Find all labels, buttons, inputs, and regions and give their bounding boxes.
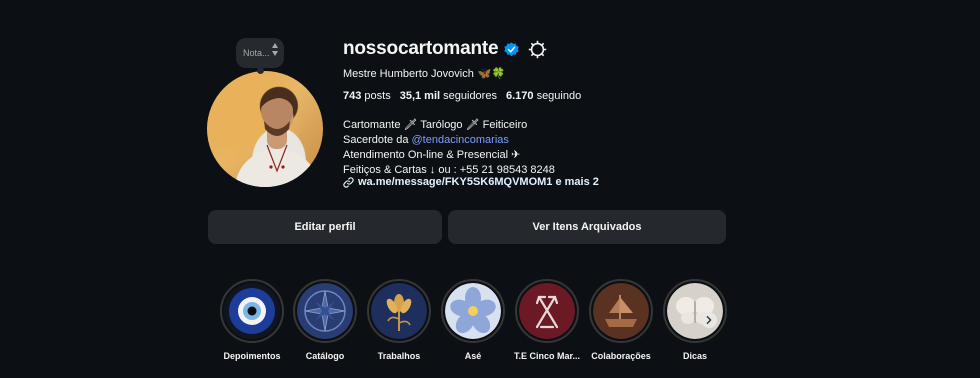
highlight-item[interactable]: Catálogo [292,279,358,361]
bio-line: Cartomante 🗡 Tarólogo 🗡 Feiticeiro [343,119,528,131]
highlight-item[interactable]: Colaborações [588,279,654,361]
highlight-label: Catálogo [305,351,345,361]
ship-icon [593,283,649,339]
link-icon [343,176,354,188]
compass-rose-icon [297,283,353,339]
bio-mention-link[interactable]: @tendacincomarias [412,134,509,146]
profile-page: Nota... nossocartomante Mestre Humberto … [0,0,980,378]
link-text: wa.me/message/FKY5SK6MQVMOM1 e mais 2 [358,176,599,188]
highlight-label: Colaborações [591,351,651,361]
following-link[interactable]: 6.170 seguindo [506,90,581,102]
highlight-item[interactable]: Depoimentos [219,279,285,361]
note-stepper-icon [272,43,278,56]
bio: Cartomante 🗡 Tarólogo 🗡 Feiticeiro Sacer… [343,118,555,178]
note-bubble[interactable]: Nota... [236,38,284,68]
username: nossocartomante [343,38,499,59]
highlight-item[interactable]: T.E Cinco Mar... [514,279,580,361]
view-archive-button[interactable]: Ver Itens Arquivados [448,210,726,244]
avatar-image [207,71,323,187]
posts-count: 743 posts [343,90,391,102]
bio-line: Atendimento On-line & Presencial ✈ [343,149,521,161]
evil-eye-icon [224,283,280,339]
full-name-text: Mestre Humberto Jovovich [343,67,474,80]
trident-icon [519,283,575,339]
butterfly-icon [667,283,723,339]
followers-link[interactable]: 35,1 mil seguidores [400,90,497,102]
edit-profile-button[interactable]: Editar perfil [208,210,442,244]
note-bubble-tail [257,67,264,74]
username-row: nossocartomante [343,38,547,60]
highlight-label: T.E Cinco Mar... [513,351,580,361]
frangipani-icon [445,283,501,339]
profile-avatar[interactable] [207,71,323,187]
full-name-emojis: 🦋🍀 [477,68,506,80]
flower-icon [371,283,427,339]
highlight-item[interactable]: Trabalhos [366,279,432,361]
full-name: Mestre Humberto Jovovich 🦋🍀 [343,67,506,81]
settings-gear-icon[interactable] [528,40,547,59]
highlight-label: Trabalhos [377,351,421,361]
profile-stats: 743 posts 35,1 mil seguidores 6.170 segu… [343,90,581,102]
highlight-item[interactable]: Asé [440,279,506,361]
external-link[interactable]: wa.me/message/FKY5SK6MQVMOM1 e mais 2 [343,176,599,188]
highlight-item[interactable]: Dicas [662,279,728,361]
highlight-label: Depoimentos [223,351,281,361]
verified-badge-icon [504,41,519,56]
note-placeholder: Nota... [243,48,270,58]
highlight-label: Dicas [682,351,708,361]
highlight-label: Asé [464,351,482,361]
chevron-right-icon [706,316,712,324]
bio-line: Sacerdote da @tendacincomarias [343,134,509,146]
highlights-next-button[interactable] [701,312,717,328]
